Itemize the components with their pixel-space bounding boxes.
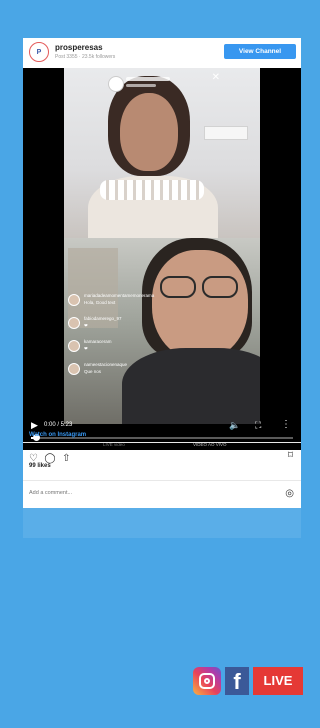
- comment-avatar: [68, 340, 80, 352]
- video-feed-top: ✕: [64, 68, 260, 238]
- avatar-logo: P: [36, 48, 42, 56]
- post-username[interactable]: prosperesas: [55, 43, 103, 52]
- card-shadow: [23, 508, 301, 538]
- divider: [23, 442, 301, 443]
- background-ac-unit: [204, 126, 248, 140]
- comment-user: mariadadeamomentamemonerama: [84, 293, 155, 298]
- instagram-icon[interactable]: ◎: [285, 488, 294, 499]
- instagram-logo-ring: [199, 673, 215, 689]
- instagram-logo-icon: [193, 667, 221, 695]
- person-face: [120, 93, 178, 171]
- comment-text: ❤: [84, 323, 88, 328]
- live-comments: mariadadeamomentamemonerama Hola, Good t…: [68, 292, 180, 384]
- glasses-lens-right: [202, 276, 238, 298]
- comment-text: Que nos: [84, 369, 102, 374]
- close-icon[interactable]: ✕: [212, 72, 220, 83]
- video-feed-bottom: mariadadeamomentamemonerama Hola, Good t…: [64, 238, 260, 424]
- watch-on-instagram-link[interactable]: Watch on Instagram: [29, 432, 86, 438]
- comment-avatar: [68, 363, 80, 375]
- live-comment: kamaraceram ❤: [68, 338, 180, 361]
- host-avatar: [108, 76, 124, 92]
- post-subtitle: Post 3355 · 23.5k followers: [55, 54, 116, 60]
- post-header: P prosperesas Post 3355 · 23.5k follower…: [23, 38, 301, 68]
- live-comment: fabiodamerego_97 ❤: [68, 315, 180, 338]
- fullscreen-icon[interactable]: ⛶: [255, 420, 261, 431]
- divider: [23, 480, 301, 481]
- live-comment: mariadadeamomentamemonerama Hola, Good t…: [68, 292, 180, 315]
- likes-count: 99 likes: [29, 463, 51, 469]
- comment-avatar: [68, 294, 80, 306]
- comment-text: Hola, Good text: [84, 300, 116, 305]
- facebook-logo-icon: f: [225, 667, 249, 695]
- comment-text: ❤: [84, 346, 88, 351]
- person-dress-lace: [100, 180, 204, 200]
- more-options-icon[interactable]: ⋮: [281, 419, 291, 430]
- host-sub-line: [126, 84, 156, 87]
- live-badge: LIVE: [253, 667, 303, 695]
- video-controls: ▶ 0:00 / 5:23 🔈 ⛶ ⋮ LIVE video VIDEO AO …: [23, 412, 301, 450]
- profile-avatar[interactable]: P: [29, 42, 49, 62]
- volume-icon[interactable]: 🔈: [229, 420, 240, 431]
- live-comment: nameestacionenaque Que nos: [68, 361, 180, 384]
- live-host-meta: [108, 74, 172, 94]
- video-time: 0:00 / 5:23: [44, 422, 73, 428]
- comment-avatar: [68, 317, 80, 329]
- video-player[interactable]: ✕ mariadadeamomentamemonerama Hola, Good…: [23, 68, 301, 450]
- comment-user: fabiodamerego_97: [84, 316, 122, 321]
- comment-field[interactable]: [29, 488, 229, 498]
- play-icon[interactable]: ▶: [31, 420, 38, 431]
- instagram-embed-card: P prosperesas Post 3355 · 23.5k follower…: [23, 38, 301, 508]
- host-name-line: [126, 77, 170, 81]
- view-channel-button[interactable]: View Channel: [224, 44, 296, 59]
- comment-user: kamaraceram: [84, 339, 112, 344]
- share-icon[interactable]: ⇧: [62, 453, 70, 464]
- bookmark-icon[interactable]: ⌑: [288, 450, 293, 461]
- comment-user: nameestacionenaque: [84, 362, 128, 367]
